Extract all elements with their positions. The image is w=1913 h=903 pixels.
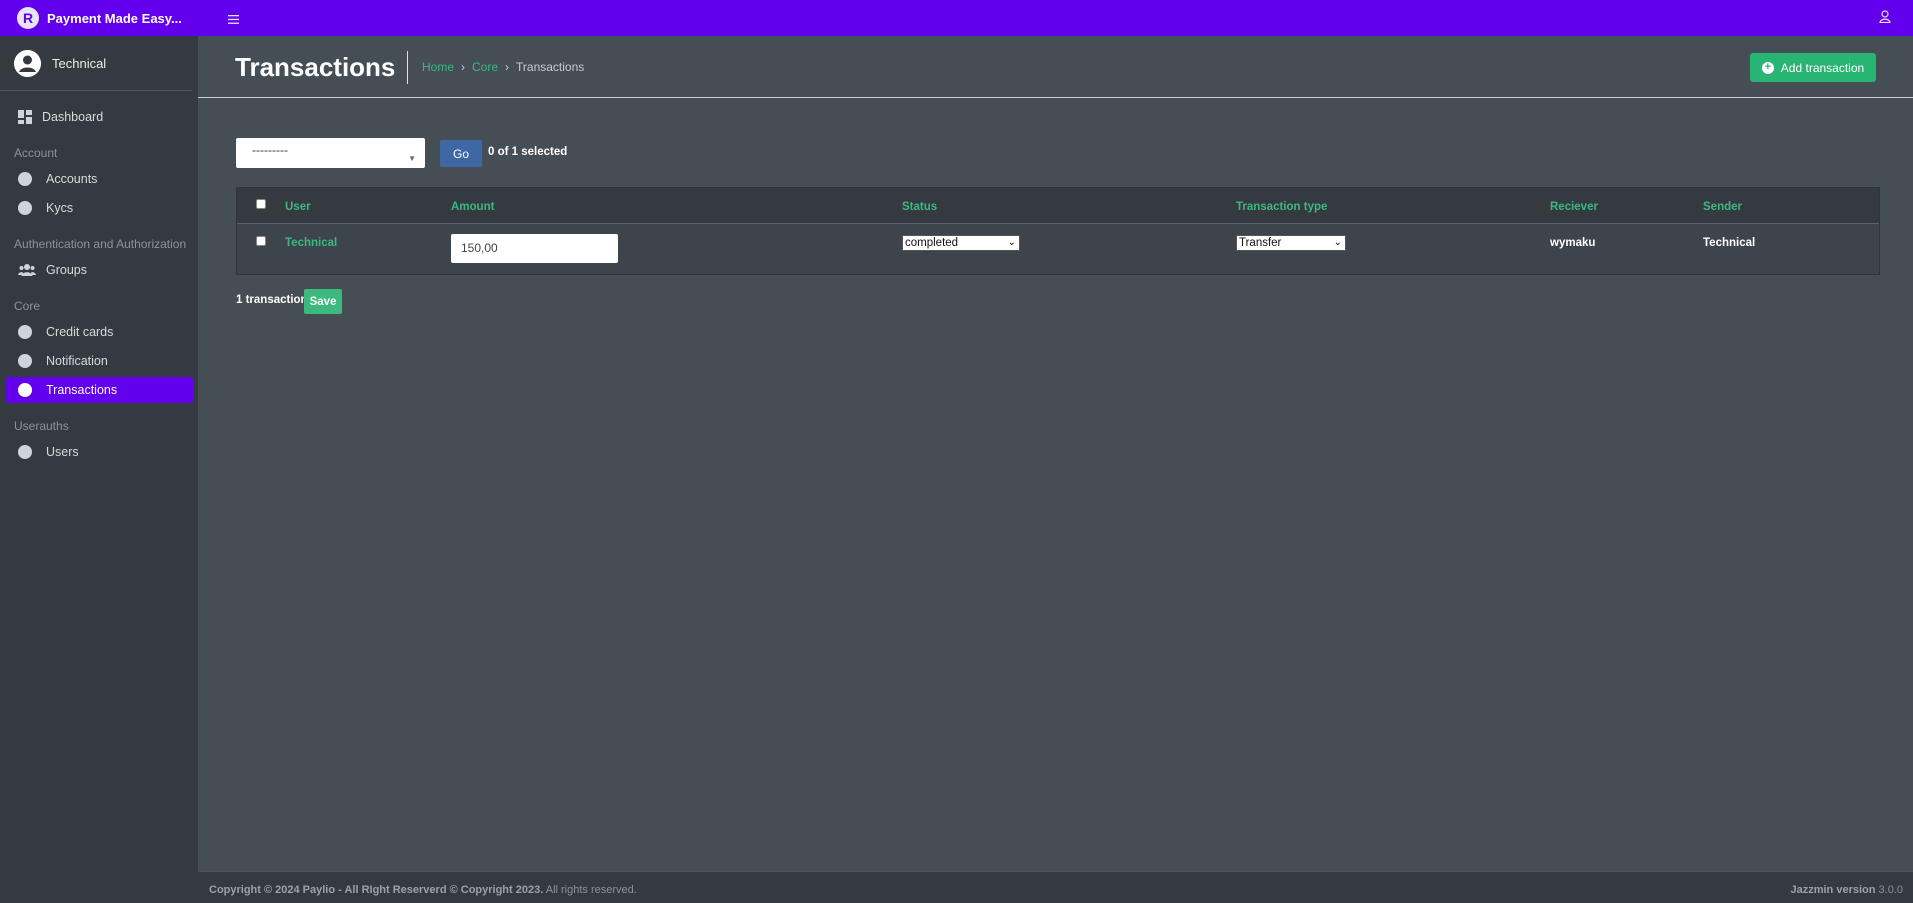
version-number: 3.0.0: [1875, 884, 1903, 896]
brand-logo: R: [17, 7, 39, 29]
brand-name: Payment Made Easy...: [47, 10, 182, 26]
footer: Copyright © 2024 Paylio - All RIght Rese…: [198, 871, 1913, 903]
circle-icon: [18, 325, 32, 339]
row-checkbox[interactable]: [256, 236, 266, 246]
sidebar-item-accounts[interactable]: Accounts: [5, 166, 193, 192]
sidebar-item-label: Credit cards: [46, 325, 114, 339]
breadcrumb-separator: ›: [461, 60, 466, 74]
column-amount[interactable]: Amount: [451, 201, 494, 213]
transaction-type-select[interactable]: Transfer ⌄: [1236, 235, 1346, 251]
sidebar-item-users[interactable]: Users: [5, 439, 193, 465]
caret-down-icon: ▼: [408, 154, 416, 163]
selected-count: 0 of 1 selected: [488, 146, 568, 158]
sidebar-header-core: Core: [14, 299, 41, 313]
sidebar-nav: Dashboard Account Accounts Kycs Authenti…: [0, 91, 198, 465]
amount-input[interactable]: 150,00: [451, 234, 618, 263]
circle-icon: [18, 201, 32, 215]
row-receiver: wymaku: [1550, 237, 1596, 249]
version-label: Jazzmin version: [1790, 884, 1876, 896]
sidebar-item-label: Groups: [46, 263, 87, 277]
top-navbar: [198, 0, 1913, 36]
user-name: Technical: [52, 55, 107, 71]
sidebar-header-account: Account: [14, 146, 58, 160]
select-all-checkbox[interactable]: [256, 199, 266, 209]
sidebar-item-notification[interactable]: Notification: [5, 348, 193, 374]
table-header: User Amount Status Transaction type Reci…: [237, 188, 1879, 224]
column-user[interactable]: User: [285, 201, 311, 213]
transactions-table: User Amount Status Transaction type Reci…: [236, 187, 1880, 275]
circle-icon: [18, 354, 32, 368]
sidebar-item-dashboard[interactable]: Dashboard: [5, 104, 193, 130]
page-title: Transactions: [235, 51, 409, 84]
sidebar-item-label: Kycs: [46, 201, 74, 215]
plus-circle-icon: +: [1761, 61, 1774, 74]
sidebar-item-label: Users: [46, 445, 79, 459]
action-select-value: ---------: [252, 143, 288, 157]
sidebar-item-transactions[interactable]: Transactions: [5, 377, 193, 403]
breadcrumb-current: Transactions: [516, 60, 585, 74]
sidebar-header-userauths: Userauths: [14, 419, 69, 433]
breadcrumb-core[interactable]: Core: [472, 60, 498, 74]
column-sender[interactable]: Sender: [1703, 201, 1742, 213]
table-row: Technical 150,00 completed ⌄ Transfer ⌄ …: [237, 224, 1879, 274]
transaction-type-select-value: Transfer: [1239, 237, 1282, 249]
save-button[interactable]: Save: [304, 289, 342, 314]
hamburger-menu-icon[interactable]: [228, 11, 239, 27]
sidebar-item-label: Notification: [46, 354, 108, 368]
sidebar-item-credit-cards[interactable]: Credit cards: [5, 319, 193, 345]
result-count: 1 transaction: [236, 294, 308, 306]
footer-copyright: Copyright © 2024 Paylio - All RIght Rese…: [209, 884, 637, 896]
status-select-value: completed: [905, 237, 959, 249]
circle-icon: [18, 445, 32, 459]
go-button[interactable]: Go: [440, 140, 482, 167]
column-receiver[interactable]: Reciever: [1550, 201, 1598, 213]
circle-icon: [18, 383, 32, 397]
row-user-link[interactable]: Technical: [285, 237, 337, 249]
circle-icon: [18, 172, 32, 186]
user-avatar-icon: [14, 49, 41, 77]
sidebar: R Payment Made Easy... Technical Dashboa…: [0, 0, 198, 903]
action-select[interactable]: --------- ▼: [236, 138, 425, 168]
chevron-down-icon: ⌄: [1007, 237, 1016, 248]
column-status[interactable]: Status: [902, 201, 937, 213]
sidebar-item-label: Accounts: [46, 172, 98, 186]
user-panel[interactable]: Technical: [0, 36, 192, 91]
add-transaction-button[interactable]: + Add transaction: [1750, 53, 1876, 82]
sidebar-item-kycs[interactable]: Kycs: [5, 195, 193, 221]
brand-link[interactable]: R Payment Made Easy...: [0, 0, 198, 36]
column-transaction-type[interactable]: Transaction type: [1236, 201, 1327, 213]
breadcrumb-separator: ›: [505, 60, 510, 74]
breadcrumb: Home › Core › Transactions: [422, 60, 584, 74]
status-select[interactable]: completed ⌄: [902, 235, 1020, 251]
chevron-down-icon: ⌄: [1333, 237, 1342, 248]
sidebar-header-auth: Authentication and Authorization: [14, 237, 187, 251]
users-icon: [18, 263, 36, 277]
user-menu-icon[interactable]: [1879, 10, 1891, 26]
row-sender: Technical: [1703, 237, 1756, 249]
content-header: Transactions Home › Core › Transactions …: [198, 36, 1913, 98]
dashboard-icon: [18, 110, 32, 124]
sidebar-item-label: Dashboard: [42, 110, 104, 124]
add-transaction-label: Add transaction: [1780, 60, 1865, 75]
sidebar-item-groups[interactable]: Groups: [5, 257, 193, 283]
sidebar-item-label: Transactions: [46, 383, 118, 397]
copyright-text: Copyright © 2024 Paylio - All RIght Rese…: [209, 884, 544, 896]
breadcrumb-home[interactable]: Home: [422, 60, 454, 74]
rights-text: All rights reserved.: [543, 884, 637, 896]
footer-version: Jazzmin version 3.0.0: [1790, 884, 1903, 896]
